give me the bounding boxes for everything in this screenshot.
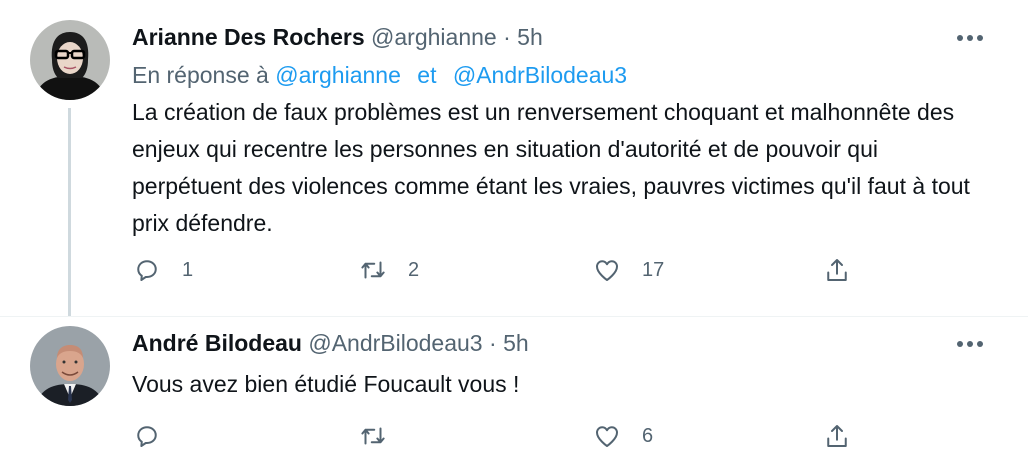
reply-mention-1[interactable]: @arghianne [275,62,401,88]
reply-mention-2[interactable]: @AndrBilodeau3 [453,62,627,88]
reply-bubble-icon [137,260,157,281]
more-options-button[interactable] [950,330,990,358]
tweet-header: André Bilodeau @AndrBilodeau3 · 5h [132,330,529,357]
reply-button[interactable]: 1 [132,250,193,290]
tweet-arianne[interactable]: Arianne Des Rochers @arghianne · 5h En r… [0,0,1028,317]
share-upload-icon [827,259,847,281]
share-button[interactable] [822,250,852,290]
separator: · [489,330,497,356]
timestamp[interactable]: 5h [503,330,529,356]
like-count: 6 [642,424,654,447]
heart-icon [596,426,618,447]
more-options-button[interactable] [950,24,990,52]
avatar-arianne[interactable] [30,20,110,100]
like-button[interactable]: 6 [592,416,653,456]
separator: · [503,24,511,50]
tweet-andre[interactable]: André Bilodeau @AndrBilodeau3 · 5h Vous … [0,316,1028,474]
thread-line [68,108,71,316]
retweet-icon [361,261,385,279]
share-button[interactable] [822,416,852,456]
reply-context: En réponse à @arghianne et @AndrBilodeau… [132,62,627,89]
reply-count: 1 [182,258,194,281]
more-horizontal-icon [957,35,983,41]
reply-bubble-icon [137,426,157,447]
reply-prefix: En réponse à [132,62,269,88]
reply-button[interactable] [132,416,182,456]
retweet-count: 2 [408,258,420,281]
woman-with-glasses-avatar [30,20,110,100]
retweet-button[interactable] [358,416,408,456]
retweet-icon [361,427,385,445]
tweet-actions: 1 2 17 [132,250,912,290]
author-name[interactable]: André Bilodeau [132,330,302,356]
avatar-andre[interactable] [30,326,110,406]
author-name[interactable]: Arianne Des Rochers [132,24,365,50]
timestamp[interactable]: 5h [517,24,543,50]
share-upload-icon [827,425,847,447]
author-handle[interactable]: @AndrBilodeau3 [308,330,482,356]
retweet-button[interactable]: 2 [358,250,419,290]
like-count: 17 [642,258,665,281]
tweet-text: Vous avez bien étudié Foucault vous ! [132,371,520,397]
tweet-text: La création de faux problèmes est un ren… [132,99,970,236]
tweet-header: Arianne Des Rochers @arghianne · 5h [132,24,543,51]
like-button[interactable]: 17 [592,250,664,290]
tweet-actions: 6 [132,416,912,456]
heart-icon [596,260,618,281]
man-in-suit-avatar [30,326,110,406]
more-horizontal-icon [957,341,983,347]
reply-conjunction: et [417,62,437,88]
author-handle[interactable]: @arghianne [371,24,497,50]
